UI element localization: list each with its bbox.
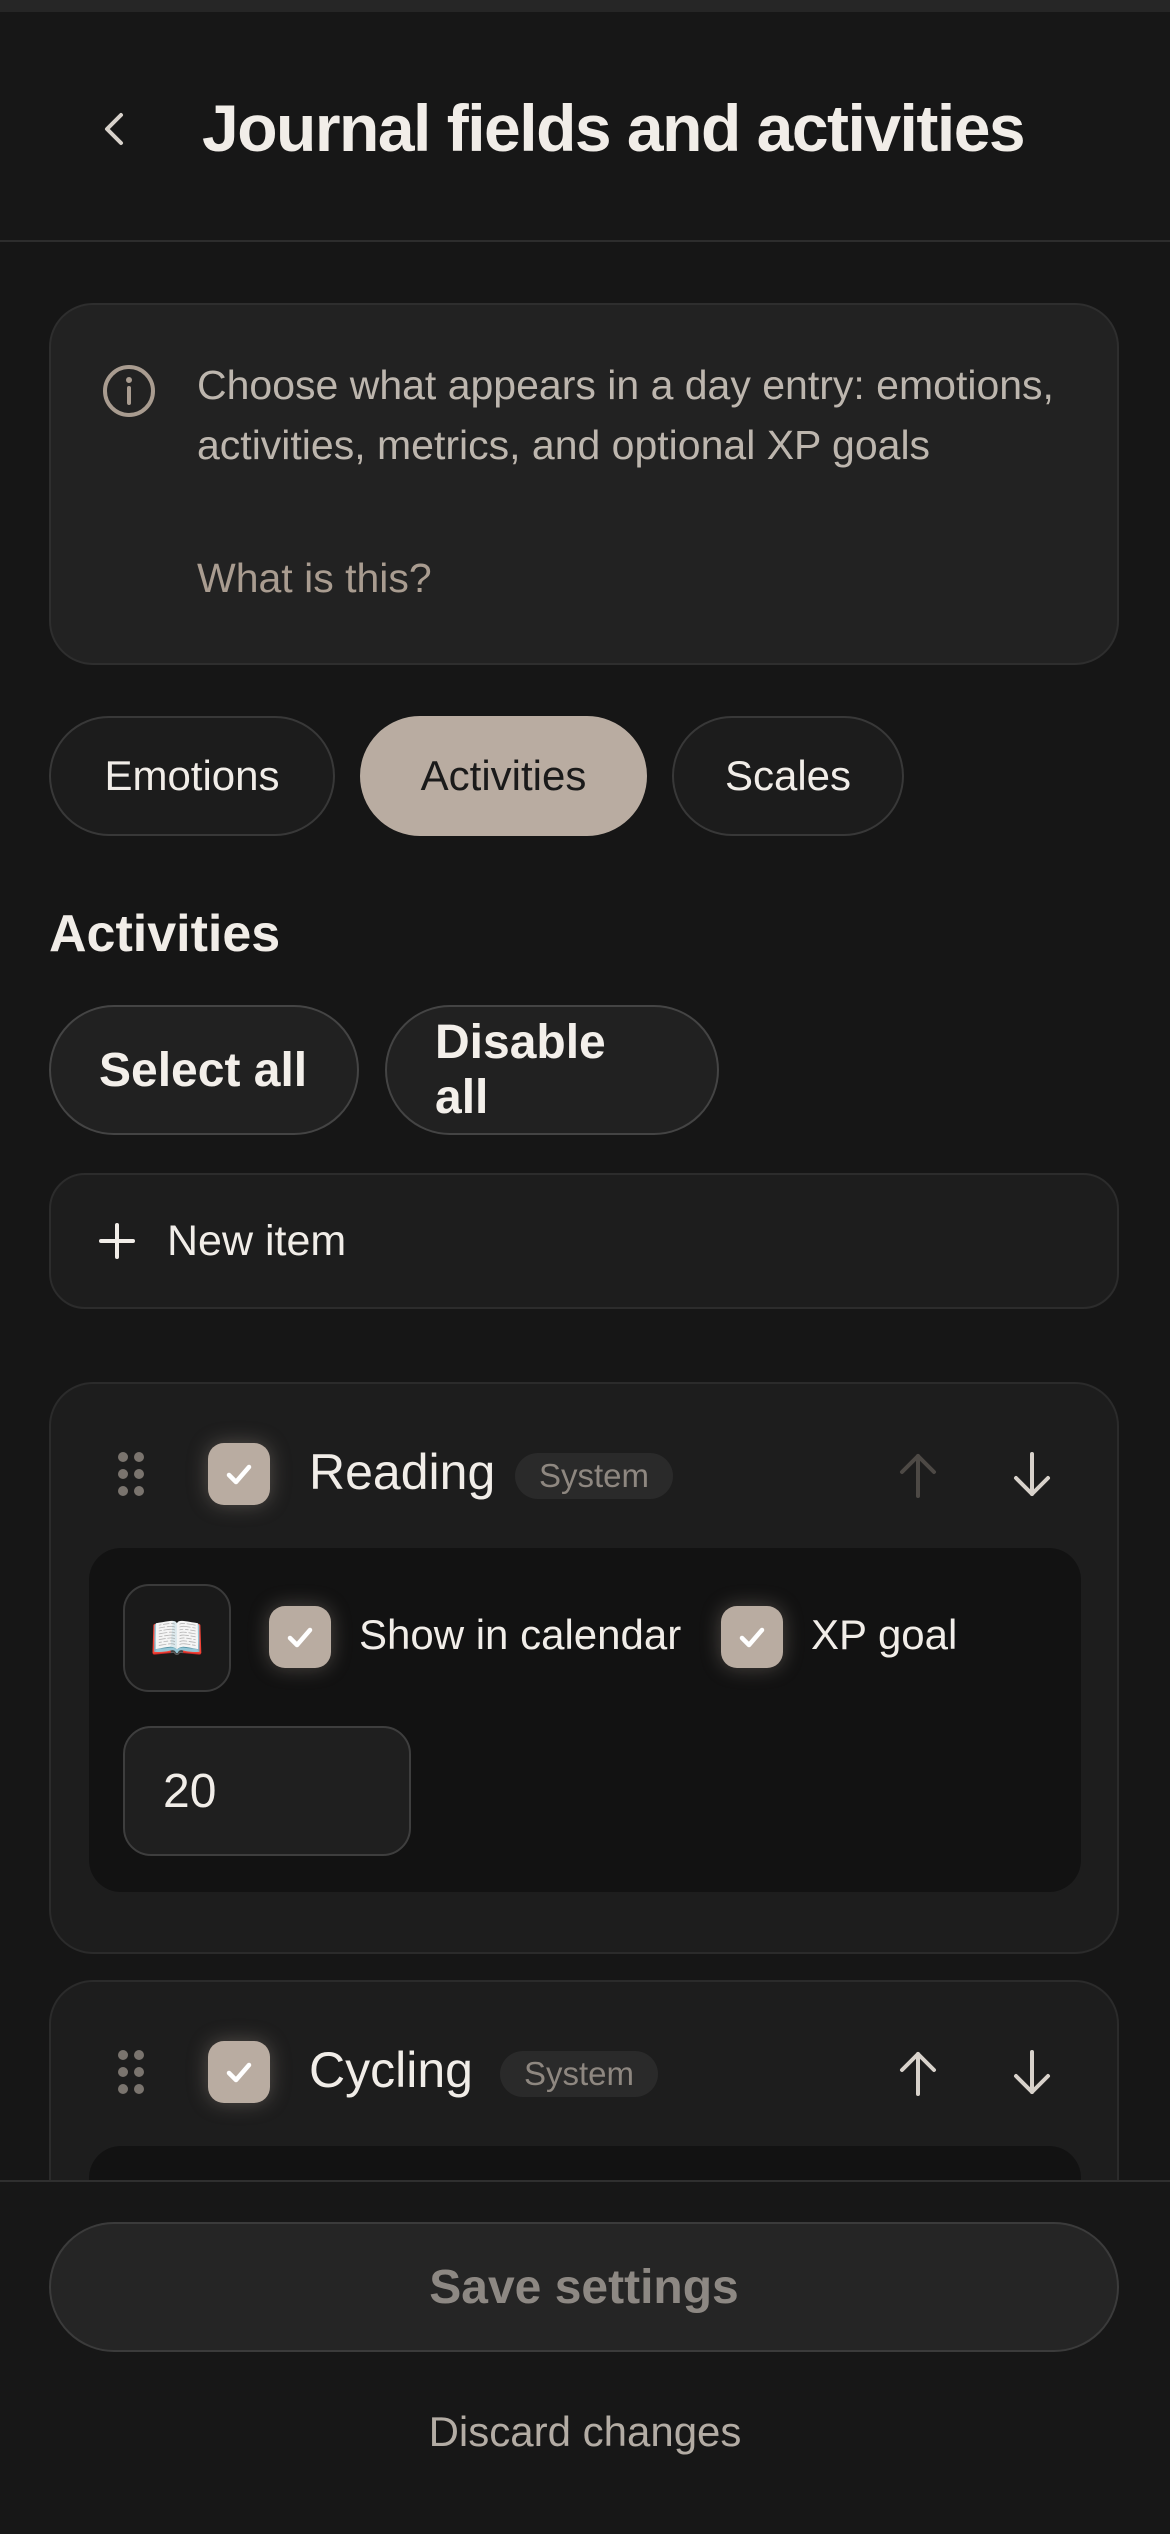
- back-button[interactable]: [80, 94, 150, 164]
- new-item-button[interactable]: New item: [49, 1173, 1119, 1309]
- move-down-button[interactable]: [1007, 1448, 1057, 1502]
- enable-checkbox[interactable]: [208, 1443, 270, 1505]
- info-text: Choose what appears in a day entry: emot…: [197, 362, 1054, 468]
- checkmark-icon: [226, 2062, 252, 2083]
- disable-all-button[interactable]: Disable all: [385, 1005, 719, 1135]
- bulk-actions: Select all Disable all: [49, 1005, 719, 1135]
- chevron-left-icon: [105, 113, 123, 145]
- arrow-up-icon: [900, 1454, 936, 1498]
- move-down-button[interactable]: [1007, 2046, 1057, 2100]
- checkmark-icon: [739, 1627, 765, 1648]
- discard-changes-link[interactable]: Discard changes: [0, 2408, 1170, 2456]
- what-is-this-link[interactable]: What is this?: [197, 555, 432, 602]
- drag-handle-icon[interactable]: [115, 2047, 147, 2097]
- xp-goal-input[interactable]: 20: [123, 1726, 411, 1856]
- arrow-down-icon: [1014, 2050, 1050, 2094]
- book-icon: 📖: [149, 1614, 205, 1663]
- save-settings-button[interactable]: Save settings: [49, 2222, 1119, 2352]
- system-badge: System: [515, 1453, 674, 1499]
- checkmark-icon: [287, 1627, 313, 1648]
- tab-activities[interactable]: Activities: [360, 716, 647, 836]
- tab-bar: Emotions Activities Scales: [49, 716, 904, 836]
- activity-name: Cycling: [309, 2042, 473, 2098]
- page-title: Journal fields and activities: [202, 91, 1026, 165]
- xp-goal-label: XP goal: [811, 1611, 958, 1658]
- show-in-calendar-label: Show in calendar: [359, 1611, 682, 1658]
- tab-emotions[interactable]: Emotions: [49, 716, 335, 836]
- status-strip: [0, 0, 1170, 12]
- arrow-down-icon: [1014, 1452, 1050, 1496]
- emoji-picker-button[interactable]: 📖: [123, 1584, 231, 1692]
- plus-icon: [99, 1223, 135, 1259]
- activity-options: 📖 Show in calendar XP goal 20: [89, 1548, 1081, 1892]
- info-card: Choose what appears in a day entry: emot…: [49, 303, 1119, 665]
- activity-name: Reading: [309, 1444, 496, 1500]
- enable-checkbox[interactable]: [208, 2041, 270, 2103]
- tab-scales[interactable]: Scales: [672, 716, 904, 836]
- activity-card-reading: Reading System 📖 Show in calendar XP goa…: [49, 1382, 1119, 1954]
- new-item-label: New item: [167, 1216, 347, 1265]
- section-title: Activities: [49, 905, 281, 963]
- checkmark-icon: [226, 1464, 252, 1485]
- header: Journal fields and activities: [0, 12, 1170, 242]
- drag-handle-icon[interactable]: [115, 1449, 147, 1499]
- move-up-button[interactable]: [893, 2046, 943, 2100]
- footer: Save settings Discard changes: [0, 2180, 1170, 2534]
- xp-goal-checkbox[interactable]: [721, 1606, 783, 1668]
- select-all-button[interactable]: Select all: [49, 1005, 359, 1135]
- info-icon: [103, 365, 155, 417]
- arrow-up-icon: [900, 2052, 936, 2096]
- show-in-calendar-checkbox[interactable]: [269, 1606, 331, 1668]
- system-badge: System: [500, 2051, 659, 2097]
- move-up-button[interactable]: [893, 1448, 943, 1502]
